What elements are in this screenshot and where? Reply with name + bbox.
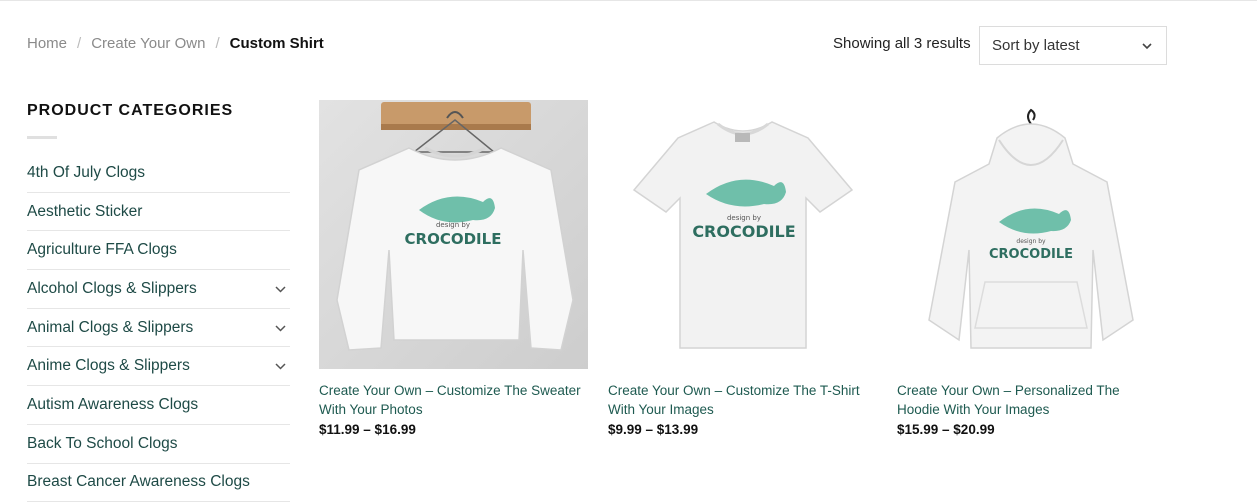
logo-tagline: design by (1016, 238, 1046, 245)
logo-word: CROCODILE (405, 230, 502, 248)
breadcrumb-separator: / (77, 35, 82, 52)
tshirt-image: design by CROCODILE (608, 100, 877, 369)
product-card: design by CROCODILE Create Your Own – Pe… (897, 100, 1166, 437)
heading-divider (27, 136, 57, 139)
product-image-hoodie[interactable]: design by CROCODILE (897, 100, 1166, 369)
chevron-down-icon[interactable] (274, 360, 287, 373)
category-item[interactable]: Back To School Clogs (27, 425, 290, 464)
category-label: Breast Cancer Awareness Clogs (27, 473, 250, 491)
product-card: design by CROCODILE Create Your Own – Cu… (608, 100, 877, 437)
product-price: $15.99 – $20.99 (897, 422, 995, 437)
product-image-sweater[interactable]: design by CROCODILE (319, 100, 588, 369)
result-count: Showing all 3 results (833, 35, 971, 52)
category-label: Anime Clogs & Slippers (27, 357, 190, 375)
product-title[interactable]: Create Your Own – Personalized The Hoodi… (897, 381, 1166, 419)
breadcrumb-home[interactable]: Home (27, 35, 67, 52)
category-label: 4th Of July Clogs (27, 163, 146, 181)
category-label: Back To School Clogs (27, 434, 178, 452)
top-border (0, 0, 1257, 1)
category-label: Alcohol Clogs & Slippers (27, 279, 197, 297)
product-price: $9.99 – $13.99 (608, 422, 699, 437)
product-title[interactable]: Create Your Own – Customize The Sweater … (319, 381, 588, 419)
product-image-tshirt[interactable]: design by CROCODILE (608, 100, 877, 369)
sort-selected-value: Sort by latest (992, 37, 1080, 54)
product-price: $11.99 – $16.99 (319, 422, 416, 437)
logo-tagline: design by (436, 221, 470, 229)
category-item[interactable]: Breast Cancer Awareness Clogs (27, 464, 290, 503)
category-label: Autism Awareness Clogs (27, 395, 199, 413)
chevron-down-icon[interactable] (274, 322, 287, 335)
hoodie-image: design by CROCODILE (897, 100, 1166, 369)
sort-dropdown[interactable]: Sort by latest (979, 26, 1167, 65)
logo-word: CROCODILE (692, 222, 795, 241)
breadcrumb: Home / Create Your Own / Custom Shirt (27, 35, 324, 52)
product-title[interactable]: Create Your Own – Customize The T-Shirt … (608, 381, 877, 419)
chevron-down-icon (1142, 43, 1152, 50)
chevron-down-icon[interactable] (274, 283, 287, 296)
category-item[interactable]: Aesthetic Sticker (27, 193, 290, 232)
category-list: 4th Of July Clogs Aesthetic Sticker Agri… (27, 154, 290, 503)
category-item[interactable]: 4th Of July Clogs (27, 154, 290, 193)
categories-heading: PRODUCT CATEGORIES (27, 102, 234, 119)
category-label: Animal Clogs & Slippers (27, 318, 194, 336)
breadcrumb-create-your-own[interactable]: Create Your Own (91, 35, 205, 52)
category-item[interactable]: Animal Clogs & Slippers (27, 309, 290, 348)
product-card: design by CROCODILE Create Your Own – Cu… (319, 100, 588, 437)
category-item[interactable]: Alcohol Clogs & Slippers (27, 270, 290, 309)
category-item[interactable]: Anime Clogs & Slippers (27, 347, 290, 387)
category-item[interactable]: Agriculture FFA Clogs (27, 231, 290, 271)
category-label: Agriculture FFA Clogs (27, 241, 177, 259)
sweater-image: design by CROCODILE (319, 100, 588, 369)
logo-word: CROCODILE (989, 247, 1073, 262)
category-item[interactable]: Autism Awareness Clogs (27, 386, 290, 425)
category-label: Aesthetic Sticker (27, 202, 143, 220)
logo-tagline: design by (727, 214, 761, 222)
breadcrumb-current: Custom Shirt (229, 35, 324, 52)
breadcrumb-separator: / (215, 35, 220, 52)
